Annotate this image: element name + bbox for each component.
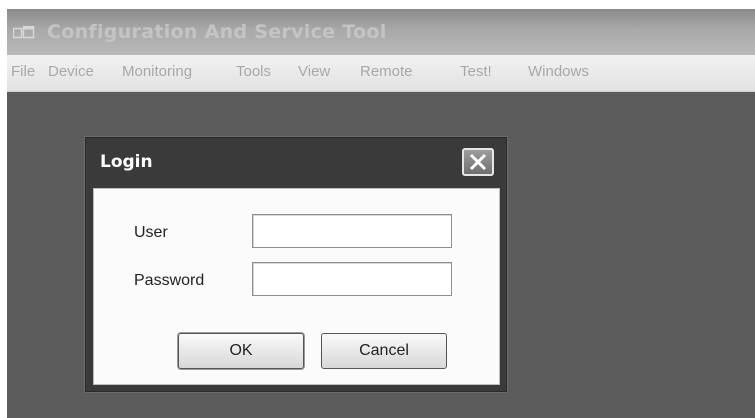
password-input[interactable] [252, 262, 452, 296]
ok-button[interactable]: OK [178, 333, 304, 369]
menu-file[interactable]: File [11, 63, 35, 80]
dialog-title: Login [100, 152, 153, 172]
dialog-body: User Password OK Cancel [93, 188, 500, 385]
menu-view[interactable]: View [298, 63, 330, 80]
cancel-button[interactable]: Cancel [321, 333, 447, 369]
menu-monitoring[interactable]: Monitoring [122, 63, 192, 80]
menu-remote[interactable]: Remote [360, 63, 413, 80]
user-label: User [134, 224, 168, 241]
menu-tools[interactable]: Tools [236, 63, 271, 80]
window-title: Configuration And Service Tool [47, 21, 387, 43]
password-label: Password [134, 272, 205, 289]
login-dialog: Login User Password OK Cancel [85, 137, 507, 392]
title-bar[interactable]: Configuration And Service Tool [7, 9, 755, 55]
menu-test[interactable]: Test! [460, 63, 492, 80]
user-input[interactable] [252, 214, 452, 248]
app-window-icon[interactable] [12, 25, 35, 39]
close-icon [469, 153, 487, 171]
dialog-title-bar[interactable]: Login [86, 138, 506, 188]
menu-windows[interactable]: Windows [528, 63, 589, 80]
menu-bar: File Device Monitoring Tools View Remote… [7, 55, 755, 92]
close-button[interactable] [462, 148, 494, 176]
menu-device[interactable]: Device [48, 63, 94, 80]
